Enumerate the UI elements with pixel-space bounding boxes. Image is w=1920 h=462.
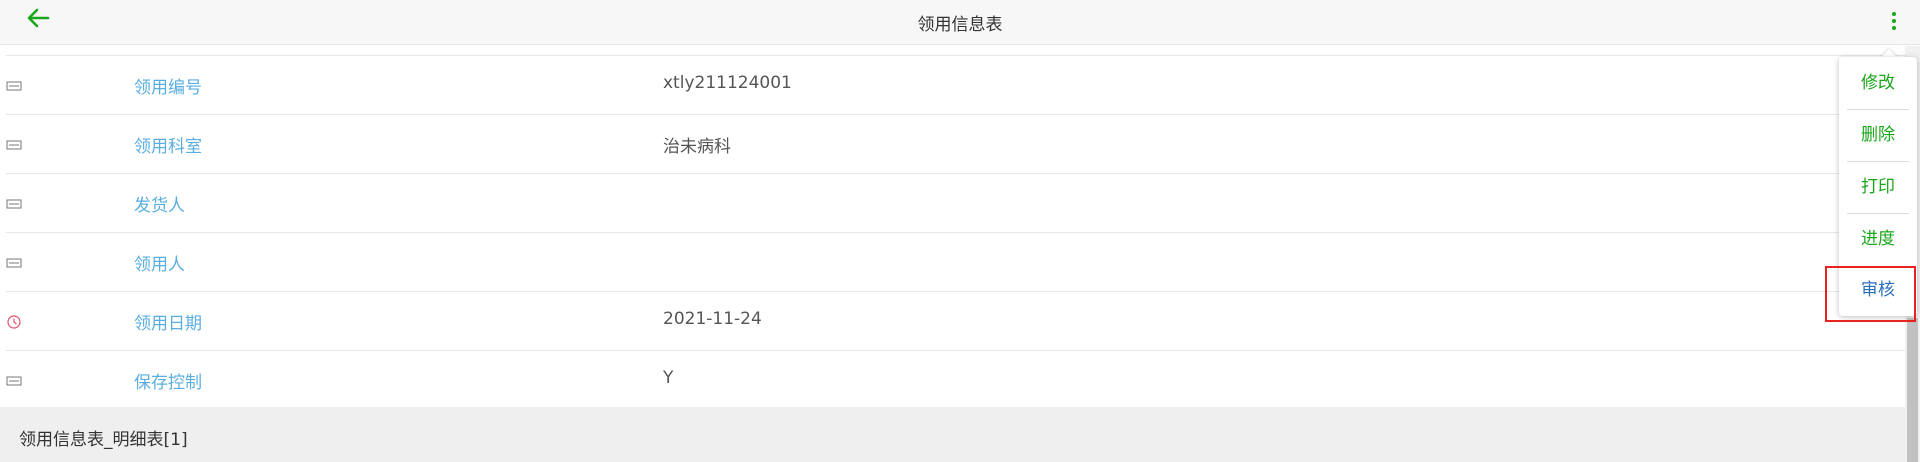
text-field-icon [6,199,22,209]
menu-item-delete[interactable]: 删除 [1839,109,1917,161]
top-nav-bar: 领用信息表 [0,0,1920,45]
form-row-recipient[interactable]: 领用人 [6,233,1905,292]
form-row-department[interactable]: 领用科室 治未病科 [6,115,1905,174]
field-label: 领用人 [134,255,185,275]
app-root: 领用信息表 领用编号 xtly211124001 领用科室 治未病科 发货人 领… [0,0,1920,462]
more-options-button[interactable] [1884,6,1904,34]
text-field-icon [6,258,22,268]
highlight-box [1825,266,1916,322]
detail-section-header[interactable]: 领用信息表_明细表[1] [0,407,1905,462]
menu-item-print[interactable]: 打印 [1839,161,1917,213]
clock-icon [7,315,21,329]
more-dot [1892,26,1896,30]
form-row-id[interactable]: 领用编号 xtly211124001 [6,55,1905,115]
field-label: 领用科室 [134,137,202,157]
more-vertical-icon [1892,12,1896,16]
field-value: Y [663,368,674,388]
menu-item-edit[interactable]: 修改 [1839,57,1917,109]
field-label: 领用编号 [134,78,202,98]
form-row-save-control[interactable]: 保存控制 Y [6,351,1905,410]
field-value: 2021-11-24 [663,309,762,329]
page-title: 领用信息表 [917,15,1003,35]
form-list: 领用编号 xtly211124001 领用科室 治未病科 发货人 领用人 领用日… [0,55,1905,410]
text-field-icon [6,81,22,91]
field-label: 领用日期 [134,314,202,334]
field-label: 保存控制 [134,373,202,393]
more-dot [1892,19,1896,23]
field-value: 治未病科 [663,137,731,157]
text-field-icon [6,140,22,150]
menu-item-progress[interactable]: 进度 [1839,213,1917,265]
field-value: xtly211124001 [663,73,792,93]
form-row-shipper[interactable]: 发货人 [6,174,1905,233]
scrollbar-thumb[interactable] [1907,318,1918,462]
text-field-icon [6,376,22,386]
section-title: 领用信息表_明细表[1] [19,430,188,450]
form-row-date[interactable]: 领用日期 2021-11-24 [6,292,1905,351]
field-label: 发货人 [134,196,185,216]
